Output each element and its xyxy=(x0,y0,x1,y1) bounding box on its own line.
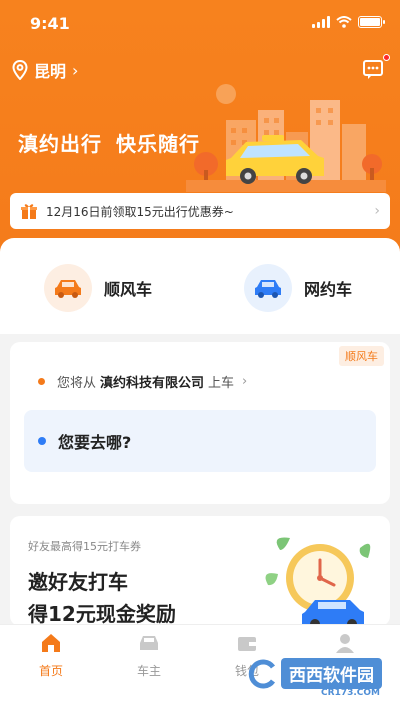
mode-ride-hailing[interactable]: 网约车 xyxy=(244,264,352,312)
trip-type-badge: 顺风车 xyxy=(339,346,384,366)
invite-banner[interactable]: 好友最高得15元打车券 邀好友打车 得12元现金奖励 xyxy=(10,516,390,626)
mode-carpool-label: 顺风车 xyxy=(104,280,153,299)
watermark-url: CR173.COM xyxy=(321,688,380,698)
invite-title-line2: 得12元现金奖励 xyxy=(28,602,176,626)
invite-title-line1: 邀好友打车 xyxy=(28,570,128,594)
driver-car-icon xyxy=(140,636,158,650)
tab-driver[interactable]: 车主 xyxy=(114,631,184,679)
city-taxi-illustration xyxy=(186,84,386,192)
destination-input[interactable]: 您要去哪? xyxy=(24,410,376,472)
watermark: 西西软件园 CR173.COM xyxy=(247,658,382,698)
trip-card: 顺风车 您将从 滇约科技有限公司 上车 › 您要去哪? xyxy=(10,342,390,504)
destination-prompt: 您要去哪? xyxy=(58,433,132,452)
mode-ride-hailing-label: 网约车 xyxy=(304,280,353,299)
clock-car-illustration xyxy=(265,537,371,626)
chevron-right-icon: › xyxy=(72,60,79,80)
notification-dot xyxy=(383,54,390,61)
watermark-logo-icon xyxy=(248,659,276,688)
city-name: 昆明 xyxy=(34,62,67,81)
location-pin-icon xyxy=(12,60,28,80)
pickup-location[interactable]: 您将从 滇约科技有限公司 上车 › xyxy=(38,372,247,391)
chevron-right-icon: › xyxy=(242,374,248,389)
car-icon xyxy=(244,264,292,312)
tab-home-label: 首页 xyxy=(38,664,63,678)
status-icons xyxy=(312,16,385,28)
message-icon[interactable] xyxy=(362,58,384,80)
pickup-dot xyxy=(38,378,45,385)
slogan: 滇约出行 快乐随行 xyxy=(18,128,200,157)
pickup-place: 滇约科技有限公司 xyxy=(100,376,205,391)
invite-subtitle: 好友最高得15元打车券 xyxy=(28,540,141,553)
chevron-right-icon: › xyxy=(374,203,380,219)
status-time: 9:41 xyxy=(30,14,70,33)
coupon-banner[interactable]: 12月16日前领取15元出行优惠券~ › xyxy=(10,193,390,229)
status-bar: 9:41 xyxy=(0,0,400,44)
tab-home[interactable]: 首页 xyxy=(16,631,86,679)
slogan-part1: 滇约出行 xyxy=(18,132,102,156)
profile-icon xyxy=(336,634,354,653)
car-icon xyxy=(44,264,92,312)
wallet-icon xyxy=(238,637,256,651)
battery-icon xyxy=(358,16,385,28)
destination-dot xyxy=(38,437,46,445)
watermark-text: 西西软件园 xyxy=(281,658,382,689)
mode-carpool[interactable]: 顺风车 xyxy=(44,264,152,312)
city-selector[interactable]: 昆明 › xyxy=(12,58,78,82)
signal-icon xyxy=(312,16,330,28)
ride-mode-card: 顺风车 网约车 xyxy=(0,238,400,334)
pickup-suffix: 上车 xyxy=(208,376,235,391)
tab-driver-label: 车主 xyxy=(136,664,161,678)
home-icon xyxy=(42,634,60,652)
gift-icon xyxy=(21,204,37,219)
wifi-icon xyxy=(336,16,352,28)
coupon-text: 12月16日前领取15元出行优惠券~ xyxy=(46,204,234,219)
pickup-prefix: 您将从 xyxy=(57,376,97,391)
